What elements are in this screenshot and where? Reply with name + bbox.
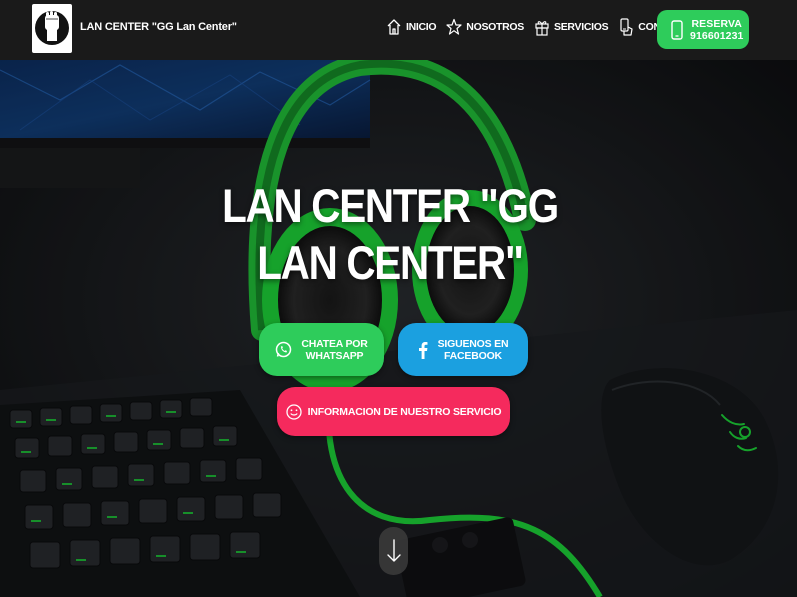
hero-section: LAN CENTER "GG LAN CENTER" CHATEA POR WH…: [0, 60, 797, 597]
facebook-follow-button[interactable]: SIGUENOS EN FACEBOOK: [398, 323, 528, 376]
smiley-icon: [285, 403, 302, 420]
nav-item-servicios[interactable]: SERVICIOS: [534, 18, 609, 36]
scroll-down-button[interactable]: [379, 527, 408, 575]
whatsapp-label-line2: WHATSAPP: [305, 349, 364, 362]
mobile-icon: [671, 19, 683, 40]
arrow-down-icon: [386, 539, 401, 562]
whatsapp-icon: [276, 341, 292, 358]
site-header: LAN CENTER "GG Lan Center" INICIO NOSOTR…: [0, 0, 797, 60]
service-info-label: INFORMACION DE NUESTRO SERVICIO: [307, 405, 502, 418]
nav-label-servicios: SERVICIOS: [554, 21, 609, 33]
whatsapp-chat-button[interactable]: CHATEA POR WHATSAPP: [259, 323, 384, 376]
nav-item-nosotros[interactable]: NOSOTROS: [446, 18, 524, 36]
facebook-button-label: SIGUENOS EN FACEBOOK: [438, 338, 509, 362]
reserve-text: RESERVA 916601231: [690, 18, 743, 42]
facebook-icon: [418, 341, 428, 359]
service-info-button[interactable]: INFORMACION DE NUESTRO SERVICIO: [277, 387, 510, 436]
star-icon: [446, 18, 462, 35]
reserve-button[interactable]: RESERVA 916601231: [657, 10, 749, 49]
facebook-label-line2: FACEBOOK: [444, 349, 502, 362]
facebook-label-line1: SIGUENOS EN: [437, 337, 509, 350]
site-logo[interactable]: [32, 4, 72, 53]
whatsapp-button-label: CHATEA POR WHATSAPP: [301, 338, 367, 362]
nav-label-nosotros: NOSOTROS: [466, 21, 524, 33]
brand-name[interactable]: LAN CENTER "GG Lan Center": [80, 21, 237, 33]
home-icon: [387, 19, 401, 35]
hero-title: LAN CENTER "GG LAN CENTER": [222, 179, 559, 289]
gift-icon: [535, 21, 549, 36]
nav-label-inicio: INICIO: [406, 21, 437, 33]
hero-background-image: [0, 60, 797, 597]
reserve-phone: 916601231: [690, 29, 744, 42]
reserve-label: RESERVA: [691, 17, 742, 30]
fist-logo-icon: [35, 11, 69, 45]
whatsapp-label-line1: CHATEA POR: [301, 337, 368, 350]
nav-item-inicio[interactable]: INICIO: [386, 18, 437, 36]
phone-hand-icon: [620, 18, 633, 36]
